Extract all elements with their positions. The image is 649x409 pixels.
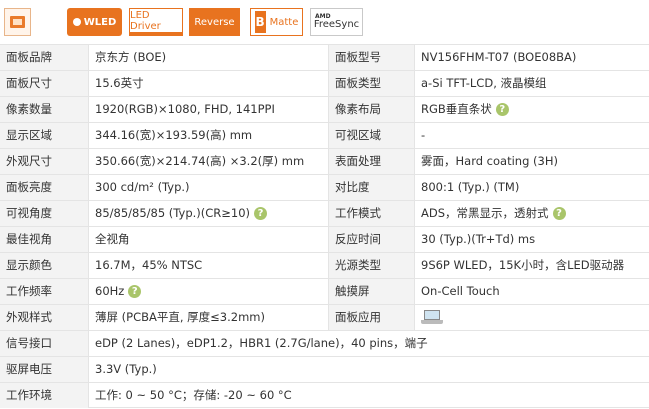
spec-value: On-Cell Touch: [414, 279, 649, 304]
spec-value: a-Si TFT-LCD, 液晶模组: [414, 71, 649, 96]
spec-value: 京东方 (BOE): [88, 45, 328, 70]
spec-row: 显示颜色 16.7M，45% NTSC 光源类型 9S6P WLED，15K小时…: [0, 252, 649, 278]
spec-value: 雾面，Hard coating (3H): [414, 149, 649, 174]
spec-label: 像素布局: [328, 97, 414, 122]
spec-value: 350.66(宽)×214.74(高) ×3.2(厚) mm: [88, 149, 328, 174]
spec-value: 800:1 (Typ.) (TM): [414, 175, 649, 200]
spec-label: 光源类型: [328, 253, 414, 278]
spec-value: 344.16(宽)×193.59(高) mm: [88, 123, 328, 148]
spec-label: 信号接口: [0, 331, 88, 356]
spec-label: 面板应用: [328, 305, 414, 330]
spec-value: 全视角: [88, 227, 328, 252]
spec-label: 外观样式: [0, 305, 88, 330]
spec-label: 面板型号: [328, 45, 414, 70]
spec-row: 面板尺寸 15.6英寸 面板类型 a-Si TFT-LCD, 液晶模组: [0, 70, 649, 96]
spec-value: 15.6英寸: [88, 71, 328, 96]
spec-value: [414, 305, 649, 330]
spec-row: 驱屏电压 3.3V (Typ.): [0, 356, 649, 382]
spec-label: 最佳视角: [0, 227, 88, 252]
matte-icon: B: [254, 11, 266, 33]
spec-label: 显示区域: [0, 123, 88, 148]
spec-value: NV156FHM-T07 (BOE08BA): [414, 45, 649, 70]
spec-label: 显示颜色: [0, 253, 88, 278]
panel-icon: [4, 8, 31, 36]
laptop-icon[interactable]: [421, 310, 443, 324]
spec-label: 工作频率: [0, 279, 88, 304]
spec-row: 显示区域 344.16(宽)×193.59(高) mm 可视区域 -: [0, 122, 649, 148]
spec-row: 工作环境 工作: 0 ~ 50 °C；存储: -20 ~ 60 °C: [0, 382, 649, 408]
spec-row: 可视角度 85/85/85/85 (Typ.)(CR≥10)? 工作模式 ADS…: [0, 200, 649, 226]
led-dot-icon: [72, 18, 81, 26]
spec-value: 1920(RGB)×1080, FHD, 141PPI: [88, 97, 328, 122]
spec-label: 外观尺寸: [0, 149, 88, 174]
spec-label: 工作模式: [328, 201, 414, 226]
spec-label: 可视角度: [0, 201, 88, 226]
led-driver-badge: LED Driver: [129, 8, 183, 36]
spec-label: 面板亮度: [0, 175, 88, 200]
matte-badge: B Matte: [250, 8, 303, 36]
wled-badge: WLED: [67, 8, 122, 36]
spec-label: 面板尺寸: [0, 71, 88, 96]
spec-value: 9S6P WLED，15K小时，含LED驱动器: [414, 253, 649, 278]
spec-value: 工作: 0 ~ 50 °C；存储: -20 ~ 60 °C: [88, 383, 649, 408]
spec-value: -: [414, 123, 649, 148]
spec-label: 面板品牌: [0, 45, 88, 70]
help-icon[interactable]: ?: [128, 285, 142, 298]
spec-label: 表面处理: [328, 149, 414, 174]
help-icon[interactable]: ?: [495, 103, 509, 116]
spec-row: 外观样式 薄屏 (PCBA平直, 厚度≤3.2mm) 面板应用: [0, 304, 649, 330]
help-icon[interactable]: ?: [552, 207, 566, 220]
spec-row: 面板亮度 300 cd/m² (Typ.) 对比度 800:1 (Typ.) (…: [0, 174, 649, 200]
spec-value: RGB垂直条状?: [414, 97, 649, 122]
spec-label: 可视区域: [328, 123, 414, 148]
spec-value: 300 cd/m² (Typ.): [88, 175, 328, 200]
help-icon[interactable]: ?: [254, 207, 268, 220]
spec-value: 30 (Typ.)(Tr+Td) ms: [414, 227, 649, 252]
spec-value: eDP (2 Lanes)，eDP1.2，HBR1 (2.7G/lane)，40…: [88, 331, 649, 356]
freesync-badge: AMD FreeSync: [310, 8, 363, 36]
spec-value: 3.3V (Typ.): [88, 357, 649, 382]
spec-value: ADS，常黑显示，透射式?: [414, 201, 649, 226]
spec-value: 85/85/85/85 (Typ.)(CR≥10)?: [88, 201, 328, 226]
spec-label: 驱屏电压: [0, 357, 88, 382]
spec-label: 像素数量: [0, 97, 88, 122]
spec-label: 反应时间: [328, 227, 414, 252]
spec-value: 60Hz?: [88, 279, 328, 304]
feature-badges: WLED LED Driver Reverse B Matte AMD FreeSy…: [0, 0, 649, 44]
spec-value: 薄屏 (PCBA平直, 厚度≤3.2mm): [88, 305, 328, 330]
spec-row: 最佳视角 全视角 反应时间 30 (Typ.)(Tr+Td) ms: [0, 226, 649, 252]
spec-label: 触摸屏: [328, 279, 414, 304]
spec-row: 外观尺寸 350.66(宽)×214.74(高) ×3.2(厚) mm 表面处理…: [0, 148, 649, 174]
spec-row: 面板品牌 京东方 (BOE) 面板型号 NV156FHM-T07 (BOE08B…: [0, 44, 649, 70]
spec-value: 16.7M，45% NTSC: [88, 253, 328, 278]
spec-row: 工作频率 60Hz? 触摸屏 On-Cell Touch: [0, 278, 649, 304]
reverse-badge: Reverse: [189, 8, 240, 36]
spec-label: 工作环境: [0, 383, 88, 408]
spec-row: 像素数量 1920(RGB)×1080, FHD, 141PPI 像素布局 RG…: [0, 96, 649, 122]
spec-label: 对比度: [328, 175, 414, 200]
spec-row: 信号接口 eDP (2 Lanes)，eDP1.2，HBR1 (2.7G/lan…: [0, 330, 649, 356]
spec-table: 面板品牌 京东方 (BOE) 面板型号 NV156FHM-T07 (BOE08B…: [0, 44, 649, 409]
spec-label: 面板类型: [328, 71, 414, 96]
